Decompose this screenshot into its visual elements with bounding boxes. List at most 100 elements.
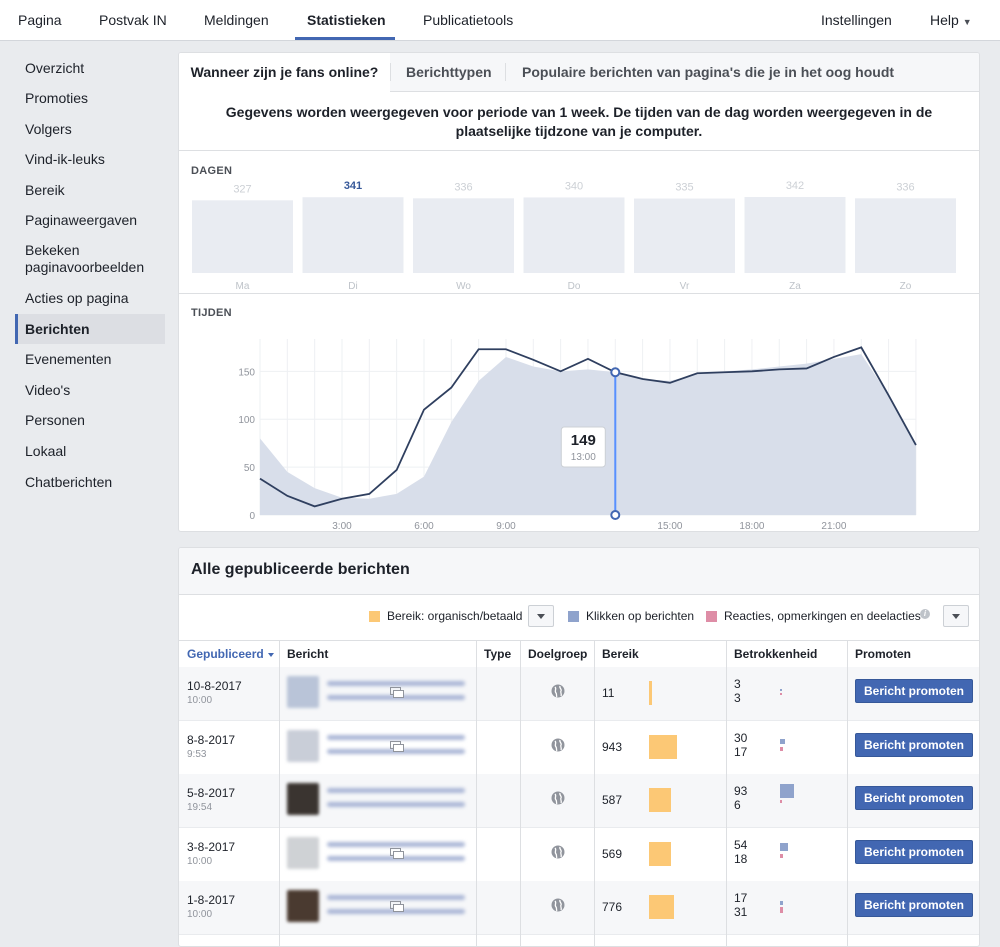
sidebar-item-promoties[interactable]: Promoties [15, 90, 165, 107]
column-betrokkenheid: Betrokkenheid [734, 647, 818, 661]
post-thumbnail [287, 890, 319, 922]
tab-pagina[interactable]: Pagina [18, 0, 62, 41]
reach-bar [649, 681, 653, 705]
sidebar-item-lokaal[interactable]: Lokaal [15, 443, 165, 460]
tooltip-time: 13:00 [571, 452, 596, 463]
sidebar-item-personen[interactable]: Personen [15, 412, 165, 429]
promote-post-button[interactable]: Bericht promoten [855, 893, 973, 917]
sidebar-item-evenementen[interactable]: Evenementen [15, 351, 165, 368]
day-value-label: 342 [786, 180, 804, 192]
globe-icon [551, 791, 565, 805]
column-type: Type [484, 647, 512, 661]
legend-reach-label: Bereik: organisch/betaald [387, 609, 523, 623]
help-label: Help [930, 12, 959, 28]
promote-post-button[interactable]: Bericht promoten [855, 732, 973, 757]
tab-postvak-in[interactable]: Postvak IN [99, 0, 167, 41]
divider [179, 293, 979, 294]
reach-bar [649, 895, 675, 919]
table-row[interactable]: 5-8-2017 19:54 587 93 6 Bericht promoten [179, 774, 979, 828]
sidebar-item-videos[interactable]: Video's [15, 382, 165, 399]
subtab-populaire-berichten[interactable]: Populaire berichten van pagina's die je … [522, 53, 894, 91]
y-tick-label: 50 [244, 463, 256, 474]
sidebar-item-chatberichten[interactable]: Chatberichten [15, 474, 165, 491]
help-menu[interactable]: Help ▼ [930, 0, 972, 41]
x-tick-label: 21:00 [821, 521, 846, 531]
tab-meldingen[interactable]: Meldingen [204, 0, 269, 41]
multi-photo-icon [390, 847, 404, 859]
sidebar-item-paginaweergaven[interactable]: Paginaweergaven [15, 212, 165, 229]
sidebar-item-acties-op-pagina[interactable]: Acties op pagina [15, 290, 165, 307]
sidebar-item-volgers[interactable]: Volgers [15, 121, 165, 138]
post-preview[interactable] [279, 828, 476, 881]
settings-link[interactable]: Instellingen [821, 0, 892, 41]
sort-desc-icon [267, 652, 274, 657]
day-bar-za[interactable] [744, 197, 846, 273]
blurred-post-text [327, 802, 465, 807]
table-row[interactable]: 3-8-2017 10:00 569 54 18 Bericht promote… [179, 828, 979, 882]
reach-value: 569 [602, 846, 623, 861]
clicks-value: 54 [734, 837, 748, 852]
post-date: 1-8-2017 [187, 893, 236, 907]
day-bar-wo[interactable] [413, 198, 514, 273]
card-header: Alle gepubliceerde berichten [179, 548, 979, 595]
reactions-bar [780, 853, 783, 858]
subtab-berichttypen[interactable]: Berichttypen [406, 53, 492, 91]
published-posts-card: Alle gepubliceerde berichten Bereik: org… [178, 547, 980, 947]
post-preview[interactable] [279, 667, 476, 720]
x-tick-label: 18:00 [739, 521, 764, 531]
globe-icon [551, 684, 565, 698]
sidebar-item-bekeken-paginavoorbeelden[interactable]: Bekeken paginavoorbeelden [15, 242, 165, 276]
sidebar-item-overzicht[interactable]: Overzicht [15, 60, 165, 77]
tab-publicatietools[interactable]: Publicatietools [423, 0, 513, 41]
reach-bar [649, 788, 672, 812]
column-gepubliceerd[interactable]: Gepubliceerd [179, 641, 279, 667]
times-label: TIJDEN [191, 307, 232, 319]
reach-metric-dropdown[interactable] [528, 605, 554, 627]
sidebar-item-bereik[interactable]: Bereik [15, 182, 165, 199]
table-row[interactable]: 1-8-2017 10:00 776 17 31 Bericht promote… [179, 881, 979, 935]
post-preview[interactable] [279, 774, 476, 827]
multi-photo-icon [390, 740, 404, 752]
caret-down-icon: ▼ [962, 17, 972, 27]
post-preview[interactable] [279, 881, 476, 934]
period-notice: Gegevens worden weergegeven voor periode… [225, 104, 933, 139]
day-bar-zo[interactable] [855, 198, 956, 273]
tab-statistieken[interactable]: Statistieken [307, 0, 386, 41]
promote-post-button[interactable]: Bericht promoten [855, 839, 973, 864]
engagement-metric-dropdown[interactable] [943, 605, 969, 627]
sidebar-item-vind-ik-leuks[interactable]: Vind-ik-leuks [15, 151, 165, 168]
sidebar-item-berichten[interactable]: Berichten [15, 314, 165, 344]
column-bericht: Bericht [287, 647, 329, 661]
reactions-bar [780, 800, 782, 803]
table-row[interactable]: 10-8-2017 10:00 11 3 3 Bericht promoten [179, 667, 979, 721]
day-bar-vr[interactable] [634, 198, 735, 273]
table-row[interactable]: 8-8-2017 9:53 943 30 17 Bericht promoten [179, 721, 979, 775]
promote-post-button[interactable]: Bericht promoten [855, 679, 973, 703]
reach-bar [649, 734, 677, 759]
hover-point [610, 367, 621, 378]
reactions-value: 3 [734, 691, 741, 705]
reactions-value: 31 [734, 905, 748, 919]
day-label: Zo [900, 281, 912, 292]
promote-post-button[interactable]: Bericht promoten [855, 786, 973, 810]
post-time: 9:53 [187, 748, 207, 760]
day-label: Za [789, 281, 801, 292]
active-tab-indicator [295, 37, 395, 40]
day-bar-di[interactable] [302, 197, 404, 273]
info-icon[interactable]: i [920, 609, 930, 619]
subtabs: Wanneer zijn je fans online? Berichttype… [179, 53, 979, 92]
day-bar-ma[interactable] [192, 200, 293, 273]
reactions-value: 17 [734, 744, 748, 759]
clicks-bar [780, 842, 789, 852]
post-preview[interactable] [279, 721, 476, 774]
reactions-value: 18 [734, 851, 748, 866]
day-bar-do[interactable] [523, 197, 625, 273]
day-label: Vr [680, 281, 690, 292]
subtab-fans-online[interactable]: Wanneer zijn je fans online? [179, 53, 390, 92]
y-tick-label: 150 [238, 367, 255, 378]
globe-icon [551, 898, 565, 912]
blurred-post-text [327, 895, 465, 900]
legend-clicks-swatch [568, 611, 579, 622]
x-tick-label: 3:00 [332, 521, 352, 531]
clicks-value: 3 [734, 677, 741, 691]
